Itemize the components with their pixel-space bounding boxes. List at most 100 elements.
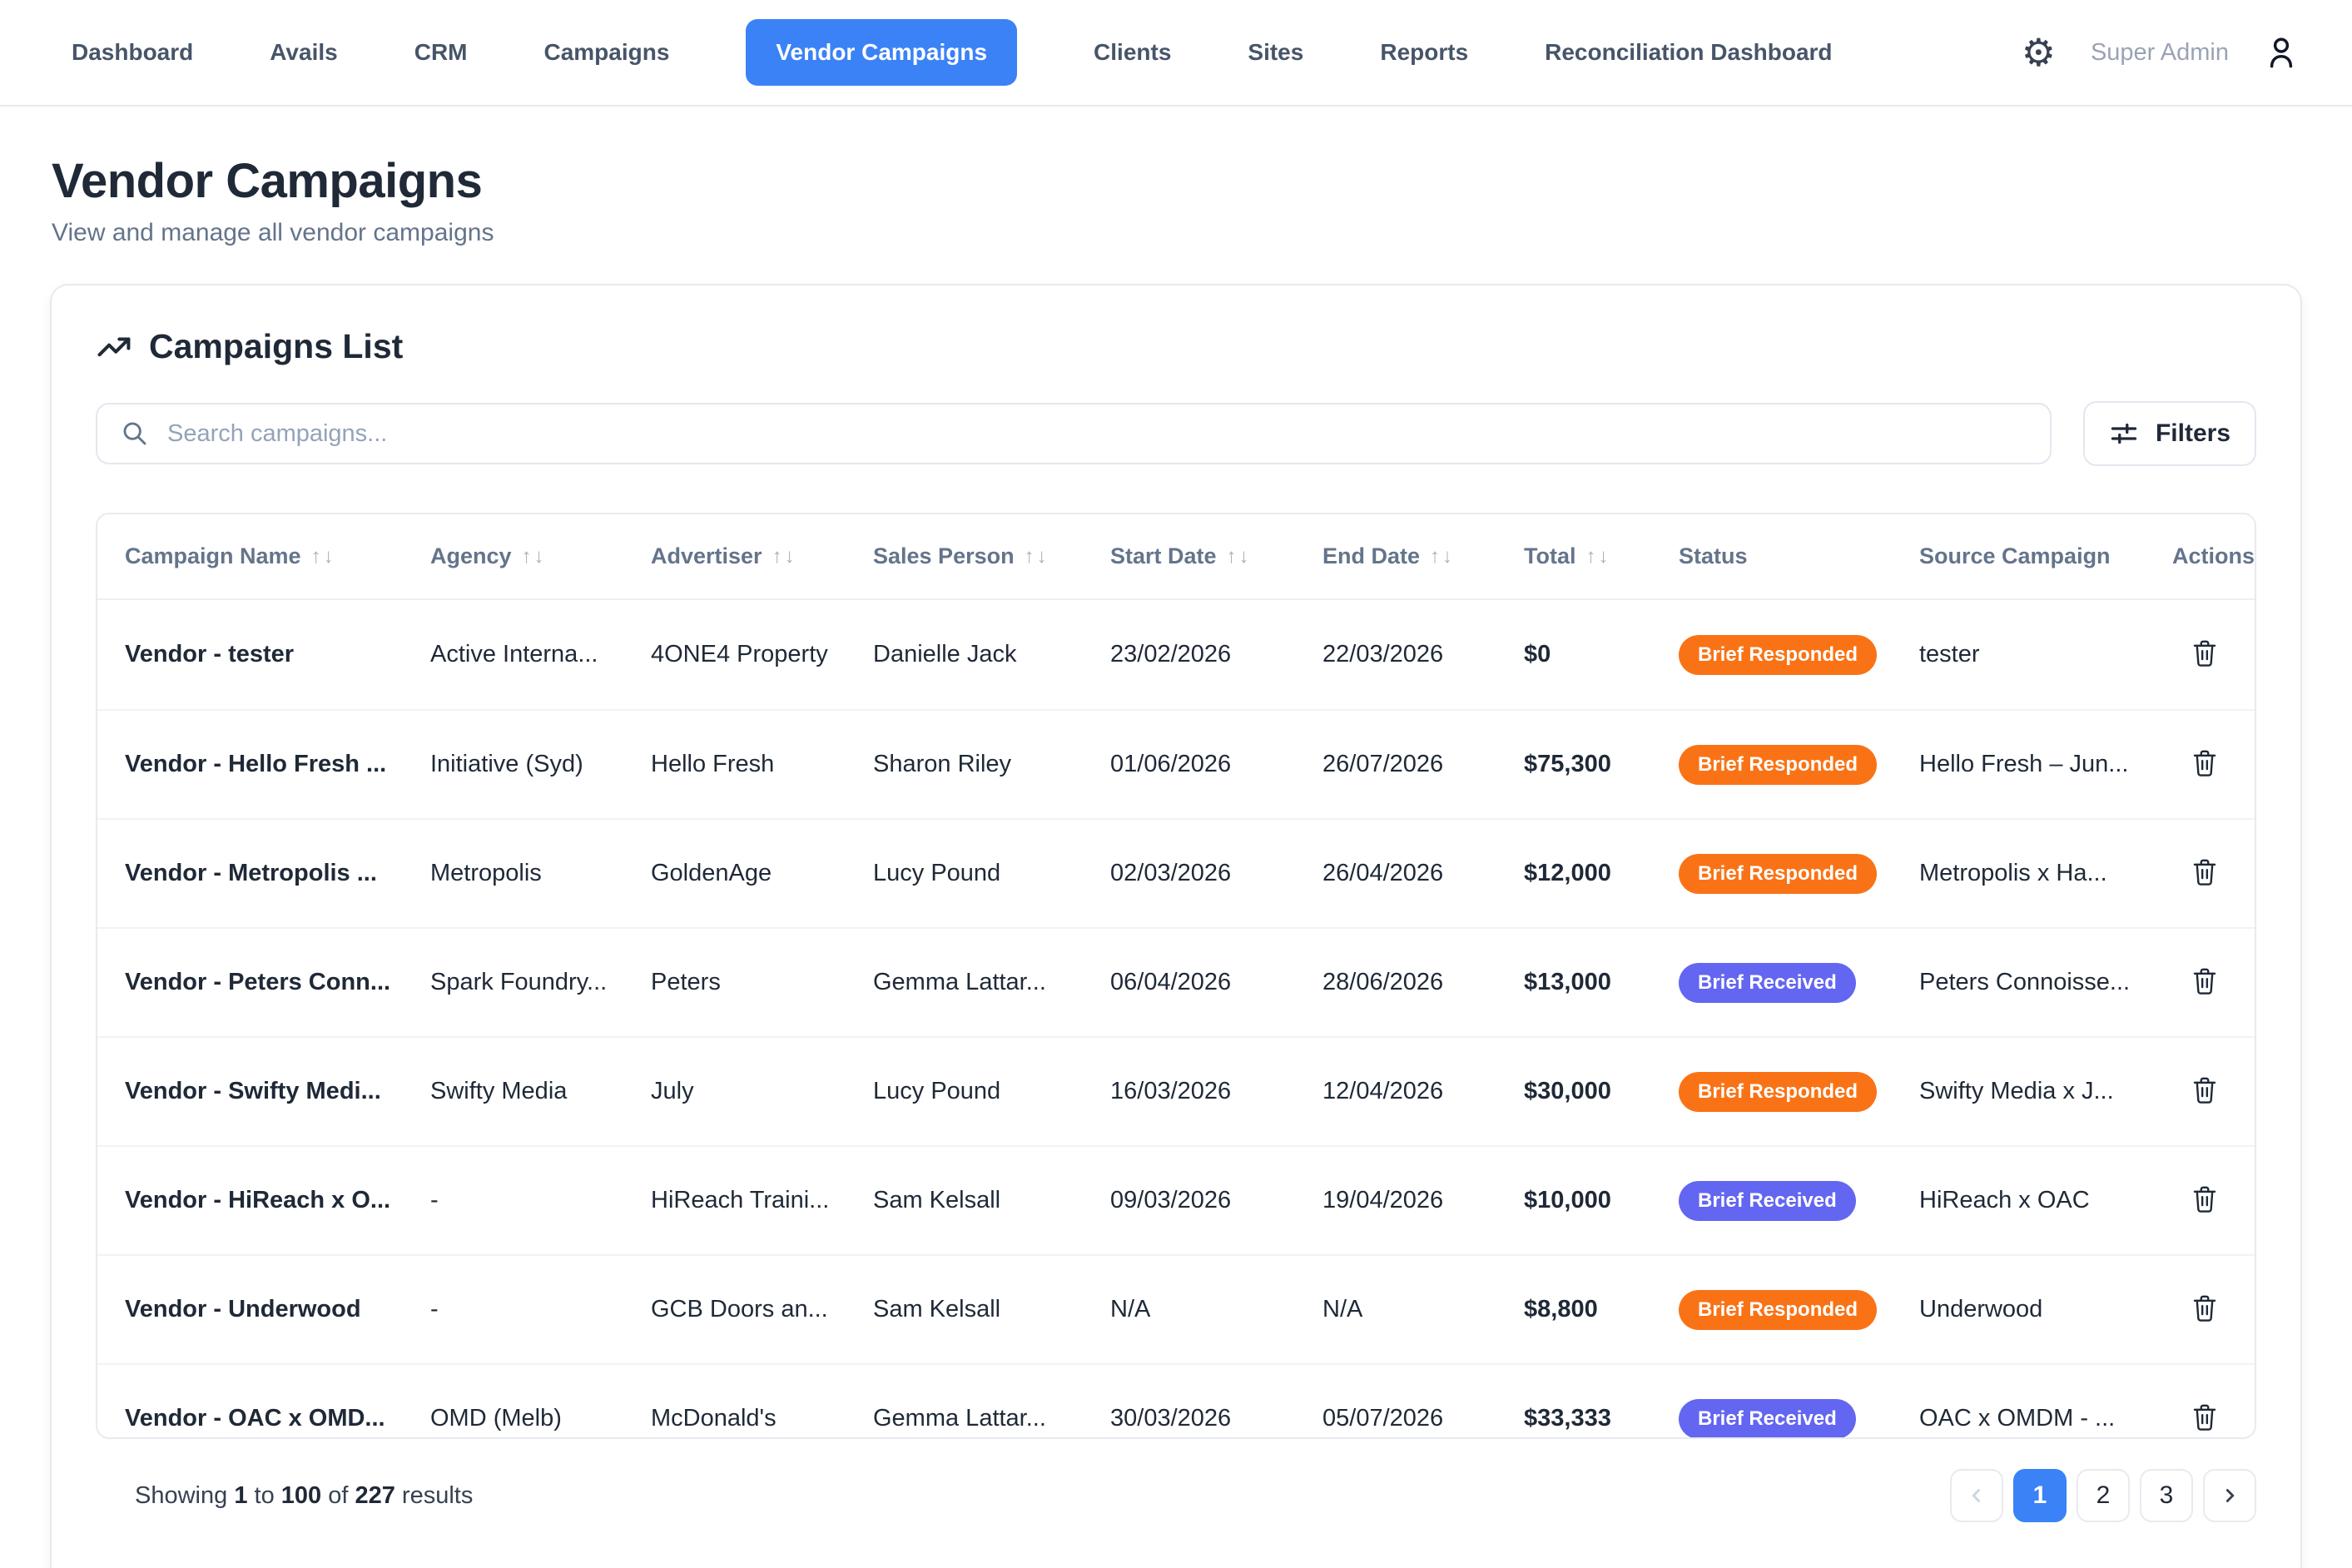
status-badge: Brief Responded <box>1679 1290 1877 1330</box>
sort-arrows-icon[interactable]: ↑↓ <box>772 545 797 568</box>
delete-button[interactable] <box>2187 1071 2222 1109</box>
source-campaign-cell: Peters Connoisse... <box>1919 969 2172 996</box>
column-label: Sales Person <box>873 543 1015 569</box>
page-button-3[interactable]: 3 <box>2140 1469 2193 1522</box>
sort-arrows-icon[interactable]: ↑↓ <box>1430 545 1455 568</box>
sales-person-cell: Lucy Pound <box>873 1078 1110 1105</box>
chevron-right-icon <box>2219 1485 2240 1506</box>
sort-arrows-icon[interactable]: ↑↓ <box>1586 545 1611 568</box>
column-header-sales-person[interactable]: Sales Person ↑↓ <box>873 543 1110 569</box>
user-role-label: Super Admin <box>2091 39 2229 67</box>
agency-cell: OMD (Melb) <box>430 1405 651 1432</box>
status-cell: Brief Responded <box>1679 1072 1919 1112</box>
end-date-cell: 05/07/2026 <box>1322 1405 1524 1432</box>
trash-icon <box>2191 856 2219 888</box>
column-header-start-date[interactable]: Start Date ↑↓ <box>1110 543 1322 569</box>
table-row[interactable]: Vendor - HiReach x O...-HiReach Traini..… <box>97 1145 2255 1254</box>
table-row[interactable]: Vendor - OAC x OMD...OMD (Melb)McDonald'… <box>97 1363 2255 1439</box>
delete-button[interactable] <box>2187 853 2222 891</box>
actions-cell <box>2172 1071 2255 1113</box>
previous-page-button[interactable] <box>1950 1469 2003 1522</box>
column-label: End Date <box>1322 543 1420 569</box>
column-header-agency[interactable]: Agency ↑↓ <box>430 543 651 569</box>
nav-item-clients[interactable]: Clients <box>1094 39 1171 66</box>
delete-button[interactable] <box>2187 1289 2222 1327</box>
sales-person-cell: Gemma Lattar... <box>873 1405 1110 1432</box>
page-subtitle: View and manage all vendor campaigns <box>52 219 2300 247</box>
column-header-end-date[interactable]: End Date ↑↓ <box>1322 543 1524 569</box>
start-date-cell: 06/04/2026 <box>1110 969 1322 996</box>
nav-item-reconciliation-dashboard[interactable]: Reconciliation Dashboard <box>1545 39 1832 66</box>
status-cell: Brief Responded <box>1679 745 1919 785</box>
nav-items: Dashboard Avails CRM Campaigns Vendor Campai… <box>72 19 1833 86</box>
sort-arrows-icon[interactable]: ↑↓ <box>1025 545 1049 568</box>
table-row[interactable]: Vendor - Peters Conn...Spark Foundry...P… <box>97 927 2255 1036</box>
table-row[interactable]: Vendor - Underwood-GCB Doors an...Sam Ke… <box>97 1254 2255 1363</box>
trash-icon <box>2191 1074 2219 1106</box>
actions-cell <box>2172 1180 2255 1222</box>
table-row[interactable]: Vendor - Swifty Medi...Swifty MediaJulyL… <box>97 1036 2255 1145</box>
total-cell: $0 <box>1524 641 1679 668</box>
trash-icon <box>2191 1293 2219 1324</box>
advertiser-cell: Hello Fresh <box>651 751 873 778</box>
filters-label: Filters <box>2156 419 2230 448</box>
campaign-name-cell: Vendor - Metropolis ... <box>97 860 430 887</box>
status-cell: Brief Responded <box>1679 635 1919 675</box>
nav-right-group: ⚙ Super Admin <box>2022 33 2299 72</box>
start-date-cell: 30/03/2026 <box>1110 1405 1322 1432</box>
actions-cell <box>2172 1398 2255 1440</box>
table-row[interactable]: Vendor - testerActive Interna...4ONE4 Pr… <box>97 600 2255 709</box>
nav-item-crm[interactable]: CRM <box>414 39 468 66</box>
status-badge: Brief Received <box>1679 963 1856 1003</box>
advertiser-cell: July <box>651 1078 873 1105</box>
filters-button[interactable]: Filters <box>2083 401 2256 466</box>
page-button-2[interactable]: 2 <box>2077 1469 2130 1522</box>
delete-button[interactable] <box>2187 1398 2222 1437</box>
nav-item-avails[interactable]: Avails <box>270 39 337 66</box>
settings-gear-icon[interactable]: ⚙ <box>2022 33 2056 72</box>
column-header-source-campaign: Source Campaign <box>1919 543 2172 569</box>
table-header-row: Campaign Name↑↓Agency↑↓Advertiser↑↓Sales… <box>97 514 2255 600</box>
user-icon[interactable] <box>2264 35 2299 70</box>
column-label: Status <box>1679 543 1748 569</box>
table-row[interactable]: Vendor - Hello Fresh ...Initiative (Syd)… <box>97 709 2255 818</box>
sort-arrows-icon[interactable]: ↑↓ <box>522 545 547 568</box>
column-label: Start Date <box>1110 543 1217 569</box>
sort-arrows-icon[interactable]: ↑↓ <box>311 545 336 568</box>
total-cell: $10,000 <box>1524 1187 1679 1214</box>
column-header-advertiser[interactable]: Advertiser↑↓ <box>651 543 873 569</box>
next-page-button[interactable] <box>2203 1469 2256 1522</box>
page-button-1[interactable]: 1 <box>2013 1469 2067 1522</box>
table-body: Vendor - testerActive Interna...4ONE4 Pr… <box>97 600 2255 1439</box>
column-header-actions: Actions <box>2172 543 2255 569</box>
results-summary: Showing 1 to 100 of 227 results <box>135 1482 473 1510</box>
total-cell: $8,800 <box>1524 1296 1679 1323</box>
advertiser-cell: McDonald's <box>651 1405 873 1432</box>
agency-cell: - <box>430 1296 651 1323</box>
start-date-cell: 16/03/2026 <box>1110 1078 1322 1105</box>
end-date-cell: 26/04/2026 <box>1322 860 1524 887</box>
end-date-cell: 19/04/2026 <box>1322 1187 1524 1214</box>
table-row[interactable]: Vendor - Metropolis ...MetropolisGoldenA… <box>97 818 2255 927</box>
nav-item-campaigns[interactable]: Campaigns <box>543 39 669 66</box>
column-header-campaign-name[interactable]: Campaign Name↑↓ <box>97 543 430 569</box>
column-header-total[interactable]: Total↑↓ <box>1524 543 1679 569</box>
advertiser-cell: Peters <box>651 969 873 996</box>
status-badge: Brief Responded <box>1679 1072 1877 1112</box>
agency-cell: - <box>430 1187 651 1214</box>
delete-button[interactable] <box>2187 744 2222 782</box>
nav-item-vendor-campaigns[interactable]: Vendor Campaigns <box>746 19 1017 86</box>
nav-item-sites[interactable]: Sites <box>1248 39 1303 66</box>
actions-cell <box>2172 1289 2255 1331</box>
delete-button[interactable] <box>2187 1180 2222 1218</box>
agency-cell: Spark Foundry... <box>430 969 651 996</box>
column-label: Agency <box>430 543 512 569</box>
status-cell: Brief Responded <box>1679 854 1919 894</box>
trash-icon <box>2191 638 2219 669</box>
delete-button[interactable] <box>2187 634 2222 672</box>
sort-arrows-icon[interactable]: ↑↓ <box>1227 545 1252 568</box>
delete-button[interactable] <box>2187 962 2222 1000</box>
nav-item-reports[interactable]: Reports <box>1380 39 1468 66</box>
search-input[interactable] <box>167 404 2027 463</box>
nav-item-dashboard[interactable]: Dashboard <box>72 39 193 66</box>
